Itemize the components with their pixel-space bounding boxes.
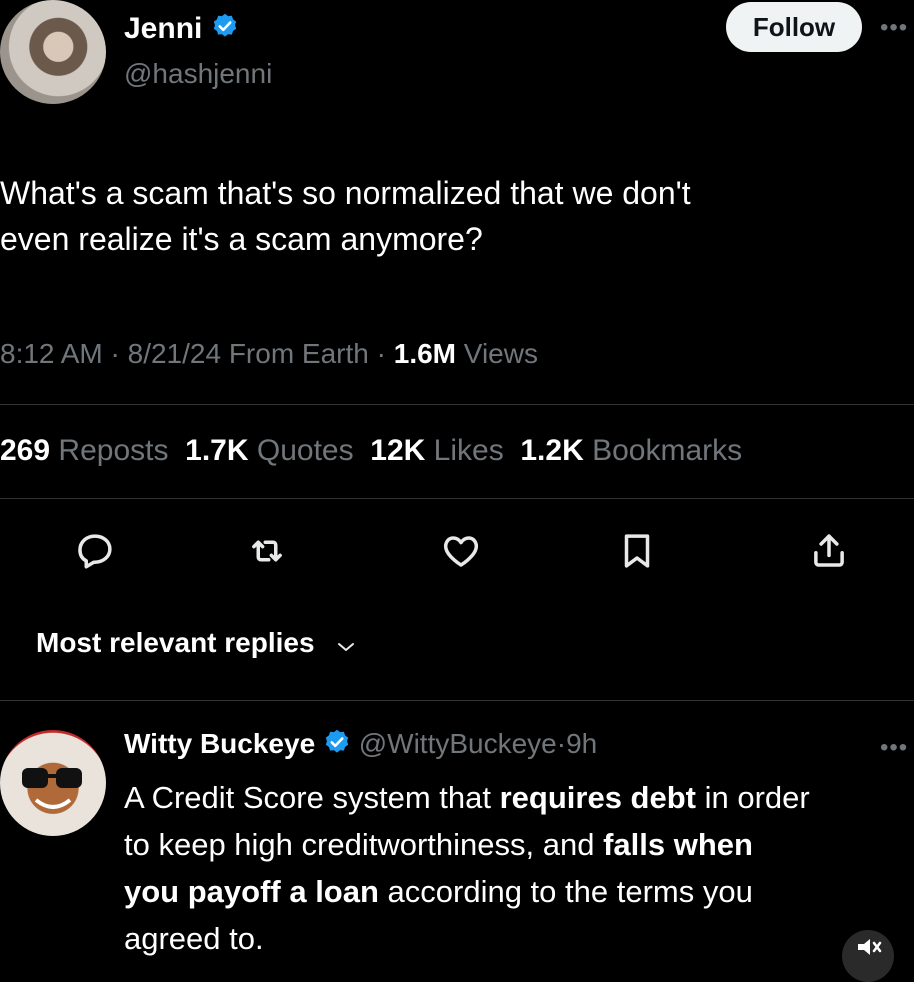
bookmarks-label: Bookmarks [592, 434, 743, 467]
tweet-location: From Earth [228, 338, 369, 369]
separator: · [556, 728, 567, 759]
reply-header: Witty Buckeye @WittyBuckeye·9h [124, 728, 597, 763]
reply-text-segment: according to the terms you [378, 874, 753, 909]
reply-text-segment: agreed to. [124, 921, 264, 956]
reply-text-bold: requires debt [499, 780, 696, 815]
reply-author-handle[interactable]: @WittyBuckeye [359, 728, 557, 759]
views-label: Views [463, 338, 538, 369]
author-handle[interactable]: @hashjenni [124, 58, 272, 90]
divider [0, 700, 914, 701]
reply-author-name[interactable]: Witty Buckeye [124, 728, 315, 759]
author-name-text[interactable]: Jenni [124, 12, 202, 45]
repost-icon[interactable] [246, 530, 288, 572]
mute-toggle-icon[interactable] [842, 930, 894, 982]
bookmarks-count: 1.2K [520, 434, 584, 467]
quotes-label: Quotes [256, 434, 354, 467]
reposts-label: Reposts [58, 434, 169, 467]
tweet-date[interactable]: 8/21/24 [128, 338, 221, 369]
quotes-stat[interactable]: 1.7K Quotes [185, 434, 353, 467]
replies-sort-dropdown[interactable]: Most relevant replies [36, 627, 356, 661]
tweet-meta: 8:12 AM · 8/21/24 From Earth · 1.6M View… [0, 338, 538, 370]
reply-text-line: you payoff a loan according to the terms… [124, 868, 914, 915]
more-icon[interactable]: ••• [880, 14, 908, 42]
reply-text-segment: to keep high creditworthiness, and [124, 827, 604, 862]
reposts-count: 269 [0, 434, 51, 467]
likes-label: Likes [433, 434, 504, 467]
reply-text-segment: in order [695, 780, 810, 815]
reply-text-bold: falls when [603, 827, 753, 862]
bookmarks-stat[interactable]: 1.2K Bookmarks [520, 434, 742, 467]
reply-more-icon[interactable]: ••• [880, 734, 908, 762]
reply-text-bold: you payoff a loan [124, 874, 379, 909]
reply-icon[interactable] [74, 530, 116, 572]
verified-badge-icon [323, 728, 351, 763]
bookmark-icon[interactable] [616, 530, 658, 572]
reply-text: A Credit Score system that requires debt… [124, 774, 914, 962]
reply-age[interactable]: 9h [566, 728, 597, 759]
tweet-text: What's a scam that's so normalized that … [0, 170, 691, 262]
author-avatar[interactable] [0, 0, 106, 104]
divider [0, 498, 914, 499]
follow-button[interactable]: Follow [726, 2, 862, 52]
verified-badge-icon [211, 12, 239, 48]
reply-text-line: A Credit Score system that requires debt… [124, 774, 914, 821]
reply-text-line: agreed to. [124, 915, 914, 962]
replies-sort-label: Most relevant replies [36, 627, 315, 658]
reposts-stat[interactable]: 269 Reposts [0, 434, 168, 467]
reply-text-segment: A Credit Score system that [124, 780, 500, 815]
tweet-text-line: What's a scam that's so normalized that … [0, 175, 691, 211]
separator: · [110, 338, 120, 369]
chevron-down-icon [336, 629, 356, 661]
sunglasses-icon [22, 768, 82, 809]
tweet-stats: 269 Reposts 1.7K Quotes 12K Likes 1.2K B… [0, 434, 742, 468]
divider [0, 404, 914, 405]
quotes-count: 1.7K [185, 434, 249, 467]
likes-stat[interactable]: 12K Likes [370, 434, 503, 467]
views-count: 1.6M [393, 338, 456, 369]
reply-text-line: to keep high creditworthiness, and falls… [124, 821, 914, 868]
share-icon[interactable] [808, 530, 850, 572]
author-name[interactable]: Jenni [124, 12, 239, 48]
like-icon[interactable] [440, 530, 482, 572]
separator: · [376, 338, 386, 369]
reply-author-avatar[interactable] [0, 730, 106, 836]
tweet-time[interactable]: 8:12 AM [0, 338, 103, 369]
tweet-text-line: even realize it's a scam anymore? [0, 221, 483, 257]
likes-count: 12K [370, 434, 426, 467]
